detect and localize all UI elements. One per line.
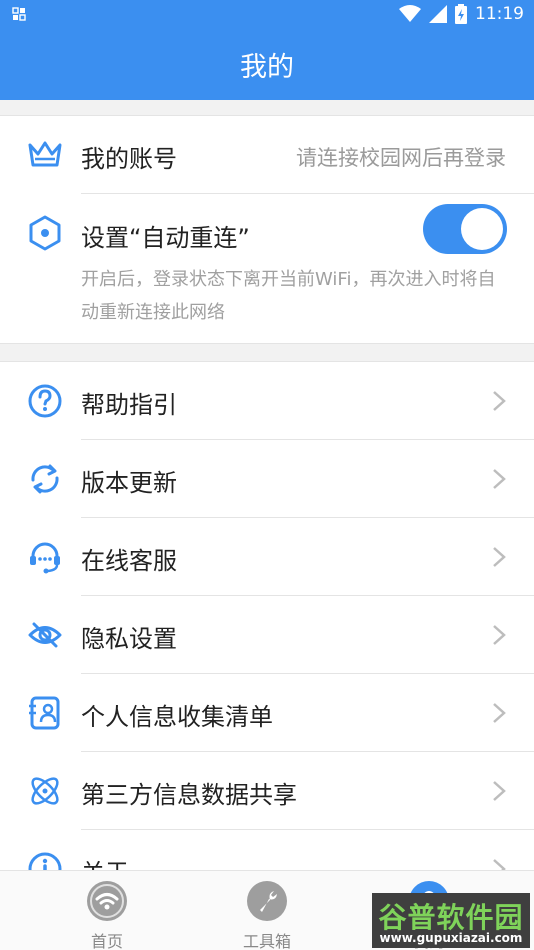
refresh-icon bbox=[31, 464, 59, 494]
account-section: 我的账号 请连接校园网后再登录 设置“自动重连” 开启后，登录状态下离开当前Wi… bbox=[0, 115, 534, 344]
wrench-icon bbox=[247, 881, 287, 921]
watermark-url: www.gupuxiazai.com bbox=[379, 931, 523, 945]
menu-item-label: 第三方信息数据共享 bbox=[81, 781, 297, 809]
menu-item-label: 在线客服 bbox=[81, 547, 177, 575]
menu-item-privacy[interactable]: 隐私设置 bbox=[0, 596, 534, 673]
menu-item-label: 帮助指引 bbox=[81, 391, 177, 419]
account-row[interactable]: 我的账号 请连接校园网后再登录 bbox=[0, 116, 534, 193]
menu-item-support[interactable]: 在线客服 bbox=[0, 518, 534, 595]
auto-reconnect-label: 设置“自动重连” bbox=[81, 224, 250, 252]
chevron-right-icon bbox=[493, 391, 506, 411]
watermark: 谷普软件园 www.gupuxiazai.com bbox=[372, 893, 530, 948]
headset-icon bbox=[30, 542, 60, 574]
wifi-signal-icon bbox=[399, 5, 421, 22]
app-notification-icon bbox=[12, 7, 26, 21]
crown-icon bbox=[28, 141, 62, 167]
chevron-right-icon bbox=[493, 703, 506, 723]
tab-toolbox[interactable]: 工具箱 bbox=[207, 871, 327, 950]
auto-reconnect-description: 开启后，登录状态下离开当前WiFi，再次进入时将自动重新连接此网络 bbox=[81, 269, 496, 323]
tab-label: 首页 bbox=[90, 932, 123, 950]
share-orbit-icon bbox=[31, 777, 59, 805]
menu-item-label: 版本更新 bbox=[81, 469, 177, 497]
account-hint: 请连接校园网后再登录 bbox=[296, 146, 506, 170]
menu-item-label: 个人信息收集清单 bbox=[81, 703, 273, 731]
page-title: 我的 bbox=[240, 51, 294, 83]
auto-reconnect-toggle[interactable] bbox=[423, 204, 507, 254]
chevron-right-icon bbox=[493, 469, 506, 489]
menu-item-third-party-sharing[interactable]: 第三方信息数据共享 bbox=[0, 752, 534, 829]
id-card-icon bbox=[29, 696, 60, 730]
chevron-right-icon bbox=[493, 625, 506, 645]
chevron-right-icon bbox=[493, 547, 506, 567]
menu-section: 帮助指引 版本更新 在线客服 隐私设置 个人信息收集清单 第三方信息数据共享 bbox=[0, 361, 534, 881]
toggle-knob bbox=[461, 208, 503, 250]
watermark-title: 谷普软件园 bbox=[378, 901, 524, 934]
cell-signal-icon bbox=[429, 5, 447, 23]
chevron-right-icon bbox=[493, 781, 506, 801]
battery-icon bbox=[455, 4, 467, 24]
hexagon-icon bbox=[29, 215, 61, 251]
help-icon bbox=[28, 384, 62, 418]
wifi-icon bbox=[87, 881, 127, 921]
status-bar: 11:19 bbox=[0, 0, 534, 28]
eye-off-icon bbox=[28, 622, 62, 648]
account-label: 我的账号 bbox=[81, 145, 177, 173]
menu-item-help[interactable]: 帮助指引 bbox=[0, 362, 534, 439]
app-header: 我的 bbox=[0, 28, 534, 100]
menu-item-personal-info-list[interactable]: 个人信息收集清单 bbox=[0, 674, 534, 751]
menu-item-update[interactable]: 版本更新 bbox=[0, 440, 534, 517]
tab-home[interactable]: 首页 bbox=[47, 871, 167, 950]
status-time: 11:19 bbox=[475, 4, 524, 24]
menu-item-label: 隐私设置 bbox=[81, 625, 177, 653]
tab-label: 工具箱 bbox=[242, 932, 291, 950]
